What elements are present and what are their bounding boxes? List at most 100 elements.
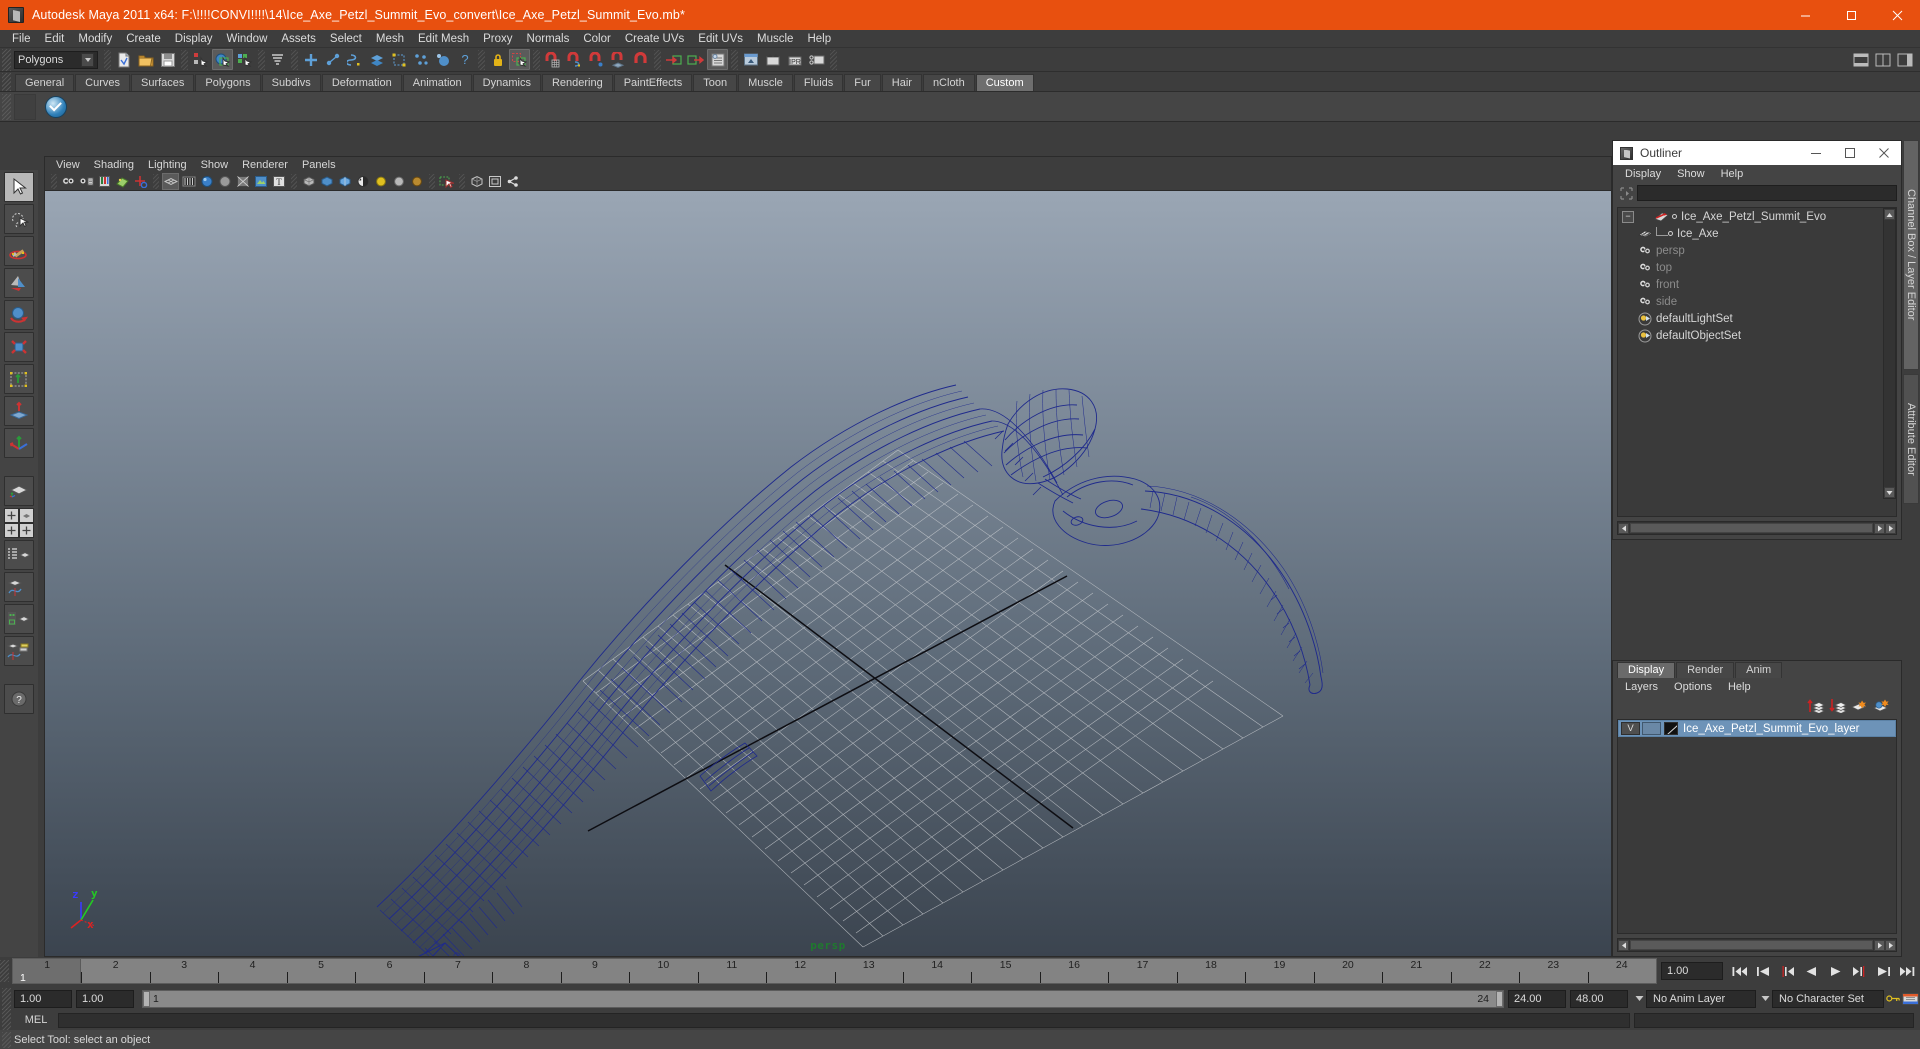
menu-display[interactable]: Display (168, 30, 220, 48)
shelf-tab-painteffects[interactable]: PaintEffects (613, 74, 693, 91)
light-grey-icon[interactable] (390, 173, 407, 190)
maximize-button[interactable] (1828, 0, 1874, 30)
select-camera-icon[interactable] (60, 173, 77, 190)
menu-create-uvs[interactable]: Create UVs (618, 30, 691, 48)
command-language-label[interactable]: MEL (14, 1014, 58, 1026)
shelf-grip[interactable] (2, 73, 11, 91)
toggle-panel-layout-icon[interactable] (1872, 49, 1893, 70)
range-slider-bar[interactable]: 1 24 (142, 989, 1504, 1008)
outliner-row-top[interactable]: top (1618, 259, 1896, 276)
layout-single-perspective[interactable] (4, 476, 34, 506)
scrollbar-thumb[interactable] (1630, 523, 1873, 533)
use-default-lighting-icon[interactable] (300, 173, 317, 190)
step-back-keyframe-icon[interactable] (1752, 960, 1775, 982)
layout-hypershade-persp[interactable] (4, 604, 34, 634)
render-current-frame-icon[interactable] (762, 49, 783, 70)
character-set-selector[interactable]: No Character Set (1772, 989, 1884, 1008)
smooth-shade-all-icon[interactable] (180, 173, 197, 190)
select-by-hierarchy-icon[interactable] (190, 49, 211, 70)
select-nurbs-icon[interactable] (344, 49, 365, 70)
command-line-grip[interactable] (2, 1009, 11, 1031)
paint-selection-tool[interactable] (4, 236, 34, 266)
minimize-button[interactable] (1782, 0, 1828, 30)
light-brown-icon[interactable] (408, 173, 425, 190)
x-ray-selection-icon[interactable] (438, 173, 455, 190)
layer-visibility-toggle[interactable]: V (1621, 722, 1640, 735)
shelf-tab-toon[interactable]: Toon (693, 74, 738, 91)
layer-scroll-left-icon[interactable] (1618, 939, 1629, 951)
shelf-tab-custom[interactable]: Custom (975, 74, 1034, 91)
layout-quad-bl[interactable] (4, 523, 19, 538)
select-dynamics-icon[interactable] (410, 49, 431, 70)
play-forwards-icon[interactable] (1824, 960, 1847, 982)
range-handle-left[interactable] (143, 990, 150, 1007)
shelf-item-check[interactable] (42, 93, 69, 120)
viewport-menu-panels[interactable]: Panels (295, 159, 343, 171)
outliner-menu-help[interactable]: Help (1713, 168, 1752, 180)
select-by-component-type-icon[interactable] (234, 49, 255, 70)
toggle-ui-elements-icon[interactable] (1850, 49, 1871, 70)
menu-edit[interactable]: Edit (38, 30, 72, 48)
outliner-tree[interactable]: − Ice_Axe_Petzl_Summit_Evo Ice_Axe persp… (1617, 207, 1897, 517)
outliner-close-button[interactable] (1867, 141, 1901, 165)
shelf-tab-hair[interactable]: Hair (881, 74, 922, 91)
layer-playback-toggle[interactable] (1642, 722, 1661, 735)
step-forward-frame-icon[interactable] (1848, 960, 1871, 982)
layout-persp-graph[interactable] (4, 572, 34, 602)
tab-display[interactable]: Display (1617, 662, 1676, 678)
shelf-tab-animation[interactable]: Animation (402, 74, 472, 91)
viewport-menu-renderer[interactable]: Renderer (235, 159, 295, 171)
outliner-search-input[interactable] (1637, 185, 1897, 201)
layer-row[interactable]: V Ice_Axe_Petzl_Summit_Evo_layer (1618, 720, 1896, 737)
menu-modify[interactable]: Modify (71, 30, 119, 48)
outliner-menu-display[interactable]: Display (1617, 168, 1669, 180)
tab-anim[interactable]: Anim (1735, 662, 1783, 678)
hardware-texturing-icon[interactable] (252, 173, 269, 190)
select-tool[interactable] (4, 172, 34, 202)
open-scene-icon[interactable] (135, 49, 156, 70)
menu-select[interactable]: Select (323, 30, 369, 48)
two-d-pan-zoom-icon[interactable] (132, 173, 149, 190)
menu-edit-mesh[interactable]: Edit Mesh (411, 30, 476, 48)
outliner-row-side[interactable]: side (1618, 293, 1896, 310)
outliner-menu-show[interactable]: Show (1669, 168, 1713, 180)
shelf-tab-dynamics[interactable]: Dynamics (472, 74, 541, 91)
outliner-row-persp[interactable]: persp (1618, 242, 1896, 259)
layout-persp-outliner-graph[interactable] (4, 636, 34, 666)
expand-collapse-icon[interactable]: − (1622, 210, 1634, 223)
viewport-menu-view[interactable]: View (49, 159, 87, 171)
animation-preferences-icon[interactable] (1900, 991, 1920, 1007)
text-display-icon[interactable]: T (270, 173, 287, 190)
new-scene-icon[interactable] (113, 49, 134, 70)
render-settings-icon[interactable] (806, 49, 827, 70)
shelf-tab-fluids[interactable]: Fluids (793, 74, 844, 91)
new-layer-from-selected-icon[interactable] (1871, 696, 1893, 714)
layout-four-view[interactable] (4, 508, 34, 538)
universal-manipulator-tool[interactable] (4, 364, 34, 394)
auto-key-icon[interactable] (1886, 991, 1900, 1007)
shelf-tab-curves[interactable]: Curves (75, 74, 130, 91)
shelf-tab-surfaces[interactable]: Surfaces (130, 74, 195, 91)
anim-layer-selector[interactable]: No Anim Layer (1646, 989, 1756, 1008)
scroll-right-end-arrow-icon[interactable] (1885, 522, 1896, 534)
character-set-dropdown-arrow-icon[interactable] (1758, 991, 1772, 1007)
menu-window[interactable]: Window (219, 30, 274, 48)
layer-scrollbar-thumb[interactable] (1630, 940, 1873, 950)
anim-layer-dropdown-arrow-icon[interactable] (1632, 991, 1646, 1007)
range-start-time-field[interactable]: 1.00 (76, 989, 134, 1008)
go-to-start-icon[interactable] (1728, 960, 1751, 982)
layer-horizontal-scrollbar[interactable] (1617, 938, 1897, 952)
image-plane-icon[interactable] (114, 173, 131, 190)
select-deformers-icon[interactable] (388, 49, 409, 70)
flat-shade-icon[interactable] (216, 173, 233, 190)
select-rendering-icon[interactable] (432, 49, 453, 70)
layer-scroll-right-end-icon[interactable] (1885, 939, 1896, 951)
select-handles-icon[interactable] (300, 49, 321, 70)
use-selected-lights-icon[interactable] (336, 173, 353, 190)
viewport-menu-shading[interactable]: Shading (87, 159, 141, 171)
show-render-view-icon[interactable] (740, 49, 761, 70)
shelf-tab-general[interactable]: General (15, 74, 75, 91)
time-slider-grip[interactable] (0, 960, 9, 982)
range-slider-grip[interactable] (2, 987, 11, 1010)
layout-quad-tl[interactable] (4, 508, 19, 523)
